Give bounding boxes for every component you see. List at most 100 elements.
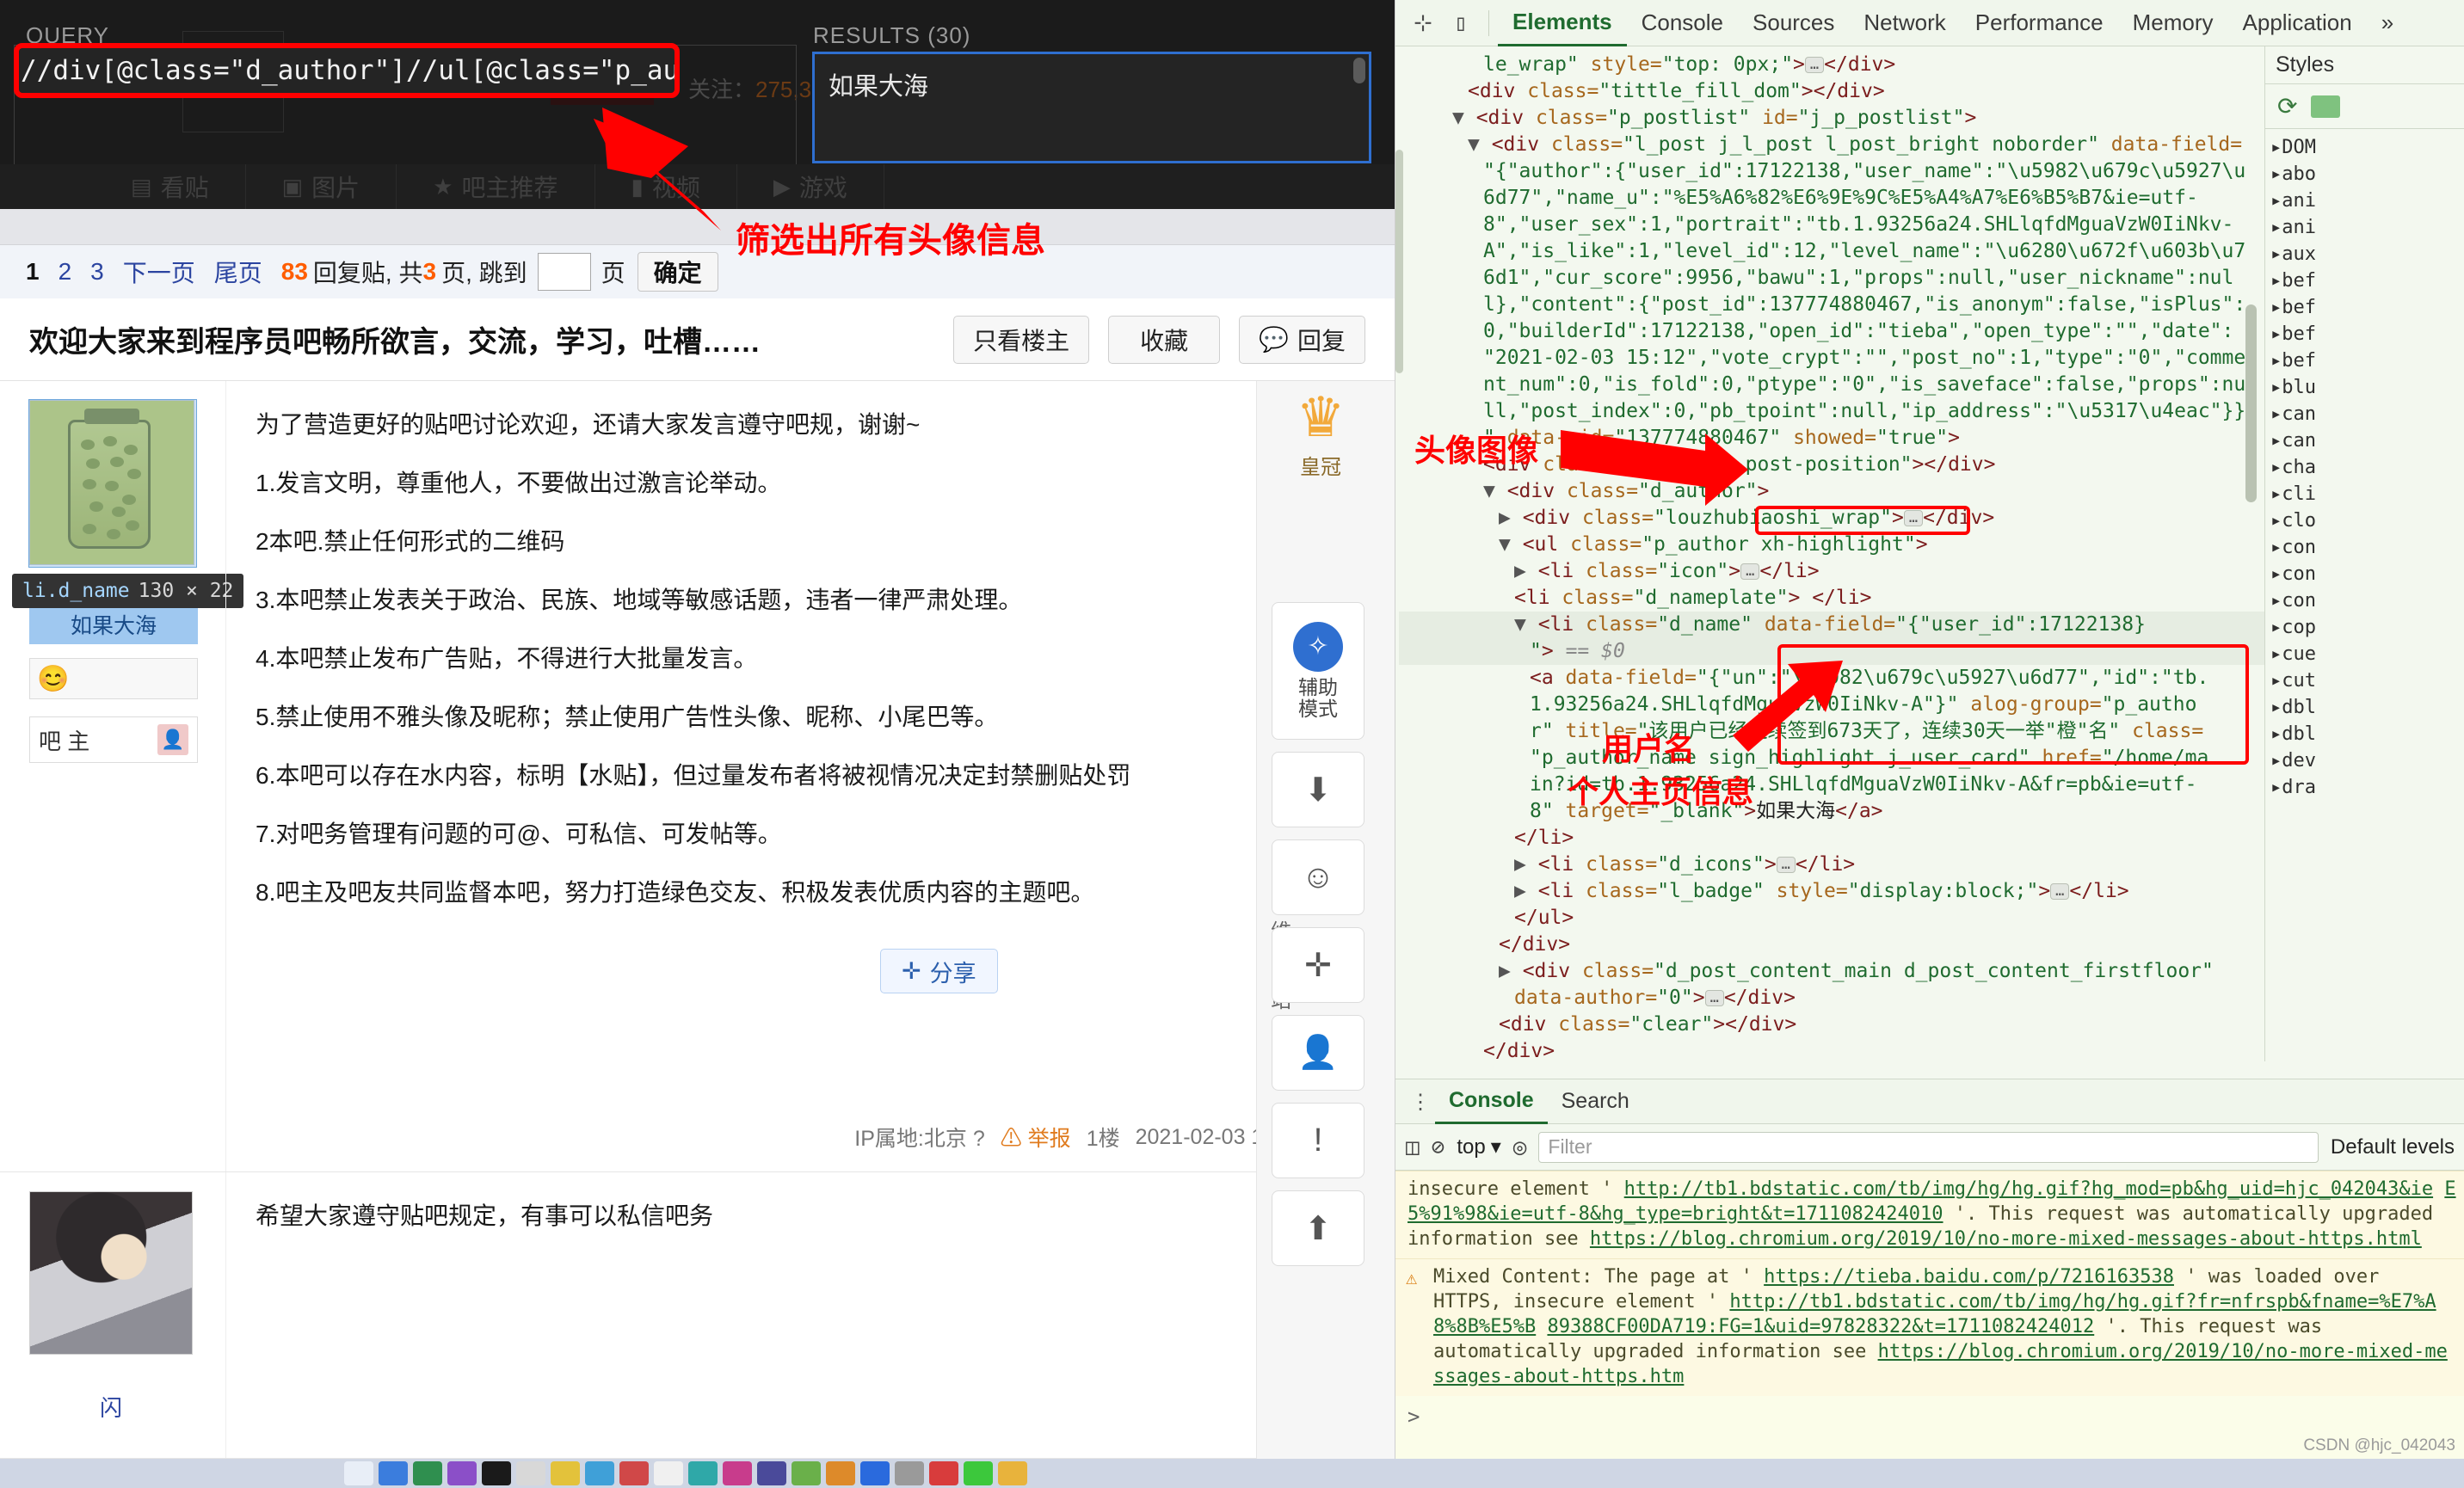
- styles-section-item[interactable]: ▸ani: [2270, 214, 2464, 241]
- styles-section-item[interactable]: ▸clo: [2270, 507, 2464, 534]
- console-levels-selector[interactable]: Default levels: [2331, 1135, 2455, 1159]
- collapse-triangle-icon[interactable]: ▼: [1514, 613, 1538, 636]
- page-link-1[interactable]: 1: [26, 258, 40, 286]
- dom-tree-line[interactable]: ll,"post_index":0,"pb_tpoint":null,"ip_a…: [1399, 398, 2264, 425]
- emoji-icon[interactable]: ☺: [1272, 839, 1364, 915]
- styles-section-item[interactable]: ▸con: [2270, 587, 2464, 614]
- dom-tree-line[interactable]: "p_author_name sign_highlight j_user_car…: [1399, 745, 2264, 772]
- taskbar-app-14[interactable]: [792, 1461, 821, 1485]
- live-expression-icon[interactable]: ◎: [1513, 1134, 1527, 1160]
- styles-section-item[interactable]: ▸DOM: [2270, 134, 2464, 161]
- dom-tree-line[interactable]: ▼ <div class="d_author">: [1399, 478, 2264, 505]
- dom-tree-line[interactable]: </div>: [1399, 1038, 2264, 1061]
- taskbar-app-11[interactable]: [688, 1461, 718, 1485]
- dom-tree-line[interactable]: ▶ <li class="d_icons">… </li>: [1399, 852, 2264, 878]
- console-link[interactable]: https://blog.chromium.org/2019/10/no-mor…: [1590, 1228, 2422, 1250]
- avatar[interactable]: [29, 1191, 193, 1355]
- inspect-element-icon[interactable]: ⊹: [1404, 4, 1442, 42]
- styles-section-item[interactable]: ▸bef: [2270, 267, 2464, 294]
- dom-tree-line[interactable]: l},"content":{"post_id":137774880467,"is…: [1399, 292, 2264, 318]
- help-icon[interactable]: ?: [973, 1127, 985, 1151]
- styles-section-item[interactable]: ▸cli: [2270, 481, 2464, 507]
- results-scrollbar[interactable]: [1353, 58, 1365, 83]
- jump-page-input[interactable]: [537, 253, 591, 291]
- taskbar-app-16[interactable]: [860, 1461, 890, 1485]
- collapse-triangle-icon[interactable]: ▼: [1468, 133, 1492, 156]
- dom-tree-line[interactable]: 8","user_sex":1,"portrait":"tb.1.93256a2…: [1399, 212, 2264, 238]
- share-button[interactable]: ✛ 分享: [880, 949, 998, 993]
- color-swatch-icon[interactable]: [2311, 95, 2341, 118]
- next-page-link[interactable]: 下一页: [123, 255, 195, 289]
- dom-tree-line[interactable]: ▼ <li class="d_name" data-field="{"user_…: [1399, 612, 2264, 638]
- styles-section-item[interactable]: ▸can: [2270, 401, 2464, 427]
- dom-tree-line[interactable]: le_wrap" style="top: 0px;">… </div>: [1399, 52, 2264, 78]
- dom-tree-line[interactable]: 6d77","name_u":"%E5%A6%82%E6%9E%9C%E5%A4…: [1399, 185, 2264, 212]
- dom-tree-line[interactable]: <li class="d_nameplate"> </li>: [1399, 585, 2264, 612]
- taskbar-app-1[interactable]: [344, 1461, 373, 1485]
- styles-section-item[interactable]: ▸dbl: [2270, 721, 2464, 747]
- nav-tab-tupian[interactable]: ▣ 图片: [246, 164, 397, 209]
- taskbar-app-12[interactable]: [723, 1461, 752, 1485]
- styles-section-item[interactable]: ▸dev: [2270, 747, 2464, 774]
- styles-section-item[interactable]: ▸bef: [2270, 321, 2464, 347]
- dom-tree-line[interactable]: </div>: [1399, 932, 2264, 958]
- collapse-triangle-icon[interactable]: ▼: [1452, 107, 1476, 129]
- expand-triangle-icon[interactable]: ▶: [1499, 960, 1523, 982]
- dom-tree-scrollbar[interactable]: [2245, 304, 2257, 502]
- collapse-triangle-icon[interactable]: ▼: [1499, 533, 1523, 556]
- console-message-list[interactable]: insecure element ' http://tb1.bdstatic.c…: [1395, 1171, 2464, 1459]
- drawer-tab-console[interactable]: Console: [1435, 1079, 1548, 1124]
- console-link[interactable]: 89388CF00DA719:FG=1&uid=97828322&t=17110…: [1547, 1316, 2094, 1337]
- tab-application[interactable]: Application: [2228, 0, 2367, 46]
- dom-tree-line[interactable]: A","is_like":1,"level_id":12,"level_name…: [1399, 238, 2264, 265]
- console-filter-input[interactable]: Filter: [1538, 1131, 2319, 1163]
- user-icon[interactable]: 👤: [1272, 1015, 1364, 1091]
- dom-tree-line[interactable]: ▼ <ul class="p_author xh-highlight">: [1399, 532, 2264, 558]
- expand-triangle-icon[interactable]: ▶: [1514, 853, 1538, 876]
- reload-icon[interactable]: ⟳: [2277, 92, 2297, 120]
- tab-network[interactable]: Network: [1849, 0, 1960, 46]
- dom-tree-line[interactable]: <a data-field="{"un":"\u5982\u679c\u5927…: [1399, 665, 2264, 692]
- nav-tab-kantie[interactable]: ▤ 看贴: [95, 164, 246, 209]
- styles-section-item[interactable]: ▸cue: [2270, 641, 2464, 667]
- favorite-button[interactable]: 收藏: [1108, 315, 1221, 364]
- styles-section-item[interactable]: ▸can: [2270, 427, 2464, 454]
- styles-section-item[interactable]: ▸aux: [2270, 241, 2464, 267]
- page-link-3[interactable]: 3: [90, 258, 104, 286]
- dom-tree-line[interactable]: "> == $0: [1399, 638, 2264, 665]
- xpath-results-box[interactable]: 如果大海: [812, 52, 1371, 163]
- plus-icon[interactable]: ✛: [1272, 927, 1364, 1003]
- dom-tree-line[interactable]: </ul>: [1399, 905, 2264, 932]
- taskbar-app-15[interactable]: [826, 1461, 855, 1485]
- styles-section-item[interactable]: ▸cop: [2270, 614, 2464, 641]
- styles-section-item[interactable]: ▸dbl: [2270, 694, 2464, 721]
- styles-section-item[interactable]: ▸blu: [2270, 374, 2464, 401]
- tab-console[interactable]: Console: [1627, 0, 1738, 46]
- dom-tree[interactable]: le_wrap" style="top: 0px;">… </div> <div c…: [1395, 46, 2264, 1061]
- dom-tree-line[interactable]: ▼ <div class="p_postlist" id="j_p_postli…: [1399, 105, 2264, 132]
- taskbar-app-5[interactable]: [482, 1461, 511, 1485]
- nav-tab-youxi[interactable]: ▶ 游戏: [737, 164, 884, 209]
- nav-tab-bazhutuijian[interactable]: ★ 吧主推荐: [397, 164, 595, 209]
- dom-tree-line[interactable]: nt_num":0,"is_fold":0,"ptype":"0","is_sa…: [1399, 372, 2264, 398]
- taskbar-app-19[interactable]: [964, 1461, 993, 1485]
- styles-section-item[interactable]: ▸con: [2270, 561, 2464, 587]
- tab-performance[interactable]: Performance: [1961, 0, 2118, 46]
- device-toolbar-icon[interactable]: ▯: [1442, 4, 1480, 42]
- taskbar-app-13[interactable]: [757, 1461, 786, 1485]
- styles-section-list[interactable]: ▸DOM ▸abo ▸ani ▸ani ▸aux ▸bef ▸bef ▸bef ▸bef ▸blu…: [2265, 129, 2464, 801]
- collapse-triangle-icon[interactable]: ▼: [1483, 480, 1507, 502]
- dom-tree-line[interactable]: ▶ <li class="l_badge" style="display:blo…: [1399, 878, 2264, 905]
- sidebar-icon[interactable]: ◫: [1406, 1134, 1420, 1160]
- dom-tree-line[interactable]: ▶ <div class="d_post_content_main d_post…: [1399, 958, 2264, 985]
- post-author-name[interactable]: 如果大海: [29, 605, 198, 644]
- download-icon[interactable]: ⬇: [1272, 752, 1364, 827]
- styles-section-item[interactable]: ▸bef: [2270, 347, 2464, 374]
- taskbar-app-18[interactable]: [929, 1461, 958, 1485]
- dom-tree-line[interactable]: r" title="该用户已经连续签到673天了，连续30天一举"橙"名" cl…: [1399, 718, 2264, 745]
- expand-triangle-icon[interactable]: ▶: [1499, 507, 1523, 529]
- console-prompt[interactable]: >: [1395, 1396, 2464, 1437]
- tab-sources[interactable]: Sources: [1738, 0, 1849, 46]
- taskbar-app-10[interactable]: [654, 1461, 683, 1485]
- styles-section-item[interactable]: ▸dra: [2270, 774, 2464, 801]
